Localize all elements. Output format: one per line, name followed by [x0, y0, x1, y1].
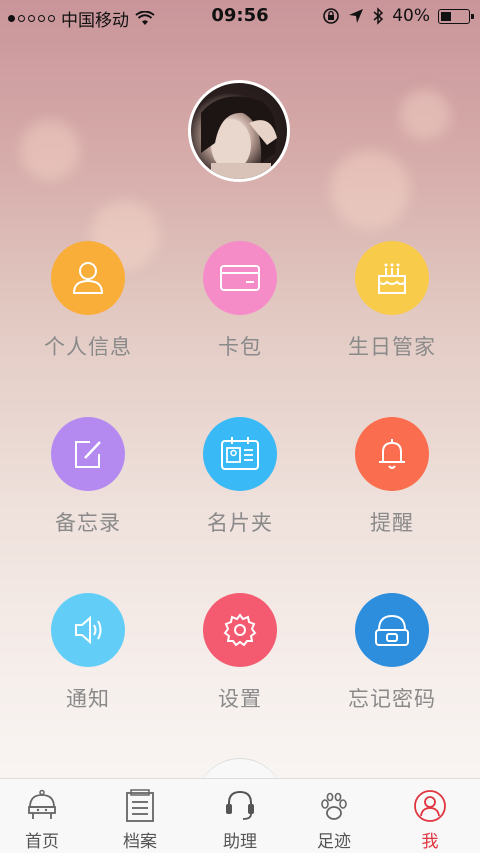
- menu-item-memo[interactable]: 备忘录: [8, 417, 168, 537]
- menu-item-birthday[interactable]: 生日管家: [312, 241, 472, 361]
- tab-home[interactable]: 首页: [2, 779, 82, 853]
- cake-icon: [378, 263, 406, 294]
- tab-label: 首页: [25, 832, 59, 852]
- menu-label: 备忘录: [55, 511, 121, 535]
- avatar[interactable]: [188, 80, 290, 182]
- menu-label: 名片夹: [207, 511, 273, 535]
- user-icon: [414, 790, 446, 822]
- business-card-icon: [221, 437, 259, 470]
- menu-icon-circle: [51, 241, 125, 315]
- location-icon: [349, 9, 364, 23]
- battery-percent: 40%: [392, 6, 430, 26]
- menu-icon-circle: [355, 241, 429, 315]
- menu-item-notification[interactable]: 通知: [8, 593, 168, 713]
- tab-label: 档案: [123, 832, 157, 852]
- rotation-lock-icon: [323, 8, 340, 24]
- menu-item-card-wallet[interactable]: 卡包: [160, 241, 320, 361]
- memo-icon: [75, 441, 101, 468]
- menu-icon-circle: [355, 417, 429, 491]
- menu-item-business-cards[interactable]: 名片夹: [160, 417, 320, 537]
- menu-label: 提醒: [370, 511, 414, 535]
- menu-label: 卡包: [218, 335, 262, 359]
- person-icon: [72, 262, 104, 294]
- status-bar: 中国移动 09:56 40%: [0, 0, 480, 32]
- menu-item-settings[interactable]: 设置: [160, 593, 320, 713]
- tab-me[interactable]: 我: [390, 779, 470, 853]
- tab-archive[interactable]: 档案: [100, 779, 180, 853]
- menu-label: 通知: [66, 687, 110, 711]
- tab-label: 足迹: [317, 832, 351, 852]
- menu-icon-circle: [203, 593, 277, 667]
- speaker-icon: [75, 615, 102, 645]
- menu-label: 生日管家: [348, 335, 436, 359]
- menu-label: 忘记密码: [348, 687, 436, 711]
- tab-assistant[interactable]: 助理: [200, 779, 280, 853]
- pawprint-icon: [321, 792, 347, 820]
- menu-label: 个人信息: [44, 335, 132, 359]
- menu-item-profile[interactable]: 个人信息: [8, 241, 168, 361]
- home-icon: [28, 789, 56, 819]
- tab-label: 助理: [223, 832, 257, 852]
- menu-icon-circle: [51, 593, 125, 667]
- menu-item-reminder[interactable]: 提醒: [312, 417, 472, 537]
- menu-icon-circle: [51, 417, 125, 491]
- tab-label: 我: [421, 832, 439, 852]
- lock-icon: [375, 614, 409, 646]
- tab-bar: 首页 档案 助理 足迹 我: [0, 778, 480, 853]
- card-icon: [220, 265, 260, 291]
- bluetooth-icon: [373, 7, 384, 25]
- menu-label: 设置: [218, 687, 262, 711]
- menu-item-forgot-password[interactable]: 忘记密码: [312, 593, 472, 713]
- menu-icon-circle: [203, 241, 277, 315]
- gear-icon: [223, 613, 257, 647]
- battery-icon: [438, 8, 474, 24]
- tab-footprint[interactable]: 足迹: [294, 779, 374, 853]
- menu-icon-circle: [355, 593, 429, 667]
- menu-icon-circle: [203, 417, 277, 491]
- avatar-photo: [201, 96, 277, 179]
- archive-icon: [126, 789, 154, 822]
- headset-icon: [226, 790, 254, 820]
- bell-icon: [379, 439, 405, 469]
